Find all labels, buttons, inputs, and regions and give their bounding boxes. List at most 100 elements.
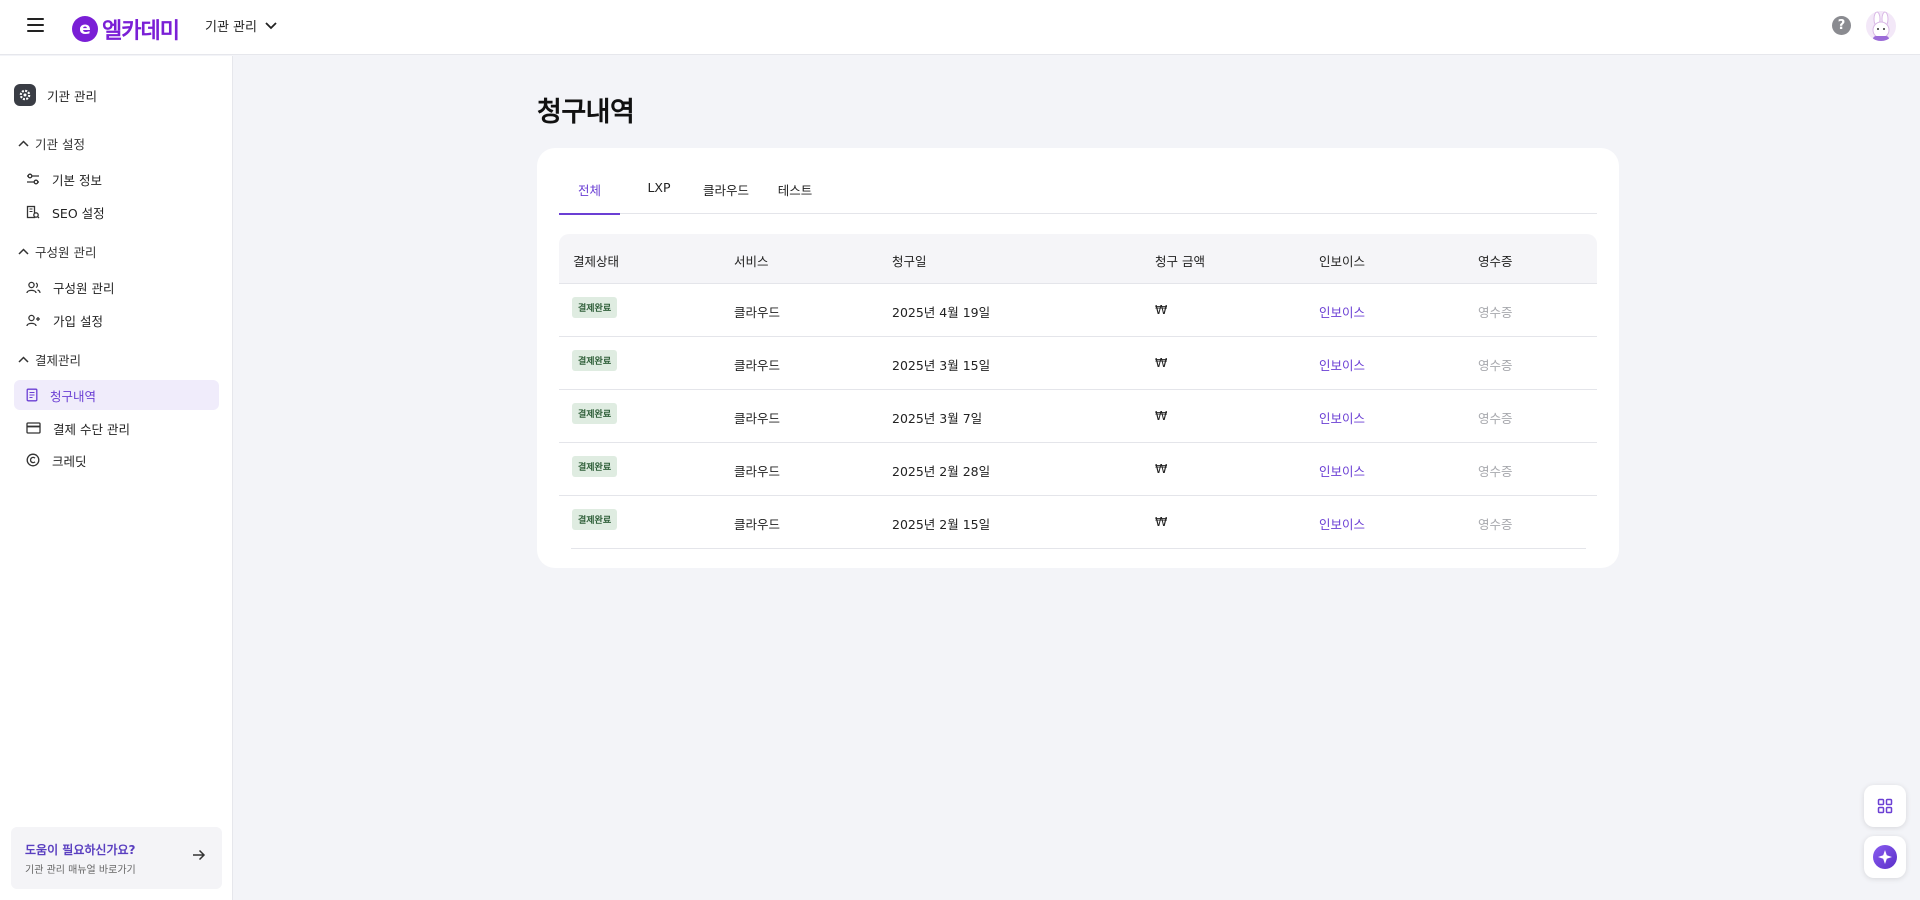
service-cell: 클라우드	[734, 358, 781, 373]
tab-bar: 전체 LXP 클라우드 테스트	[559, 148, 1597, 215]
sidebar-item-billing-history[interactable]: 청구내역	[14, 380, 219, 410]
sidebar-item-credits[interactable]: 크레딧	[14, 445, 219, 475]
menu-icon[interactable]	[27, 18, 44, 32]
receipt-link[interactable]: 영수증	[1478, 408, 1513, 427]
col-header-amount: 청구 금액	[1155, 254, 1205, 269]
status-badge: 결제완료	[572, 297, 618, 318]
seo-icon	[26, 205, 40, 219]
help-icon[interactable]: ?	[1832, 16, 1851, 35]
copyright-icon	[26, 453, 40, 467]
table-row: 결제완료 클라우드 2025년 3월 7일 ₩ 인보이스 영수증	[559, 390, 1597, 443]
invoice-link[interactable]: 인보이스	[1319, 514, 1365, 533]
tab-test[interactable]: 테스트	[776, 180, 814, 214]
sidebar-item-label: 가입 설정	[53, 313, 103, 329]
sidebar-item-label: 구성원 관리	[53, 280, 115, 296]
help-card-title: 도움이 필요하신가요?	[25, 843, 136, 857]
user-plus-icon	[26, 314, 40, 326]
billing-card: 전체 LXP 클라우드 테스트 결제상태 서비스 청구일 청구 금액 인보이스 …	[537, 148, 1619, 568]
sidebar-item-basic-info[interactable]: 기본 정보	[14, 164, 219, 194]
section-member-management[interactable]: 구성원 관리	[18, 242, 96, 261]
date-cell: 2025년 2월 15일	[892, 517, 991, 532]
sidebar-item-label: 기본 정보	[52, 172, 102, 188]
date-cell: 2025년 3월 15일	[892, 358, 991, 373]
col-header-service: 서비스	[734, 254, 769, 269]
amount-cell: ₩	[1155, 514, 1168, 529]
amount-cell: ₩	[1155, 302, 1168, 317]
section-org-settings[interactable]: 기관 설정	[18, 134, 85, 153]
document-icon	[26, 388, 38, 402]
chat-star-icon	[1873, 845, 1897, 869]
status-badge: 결제완료	[572, 403, 618, 424]
page-title: 청구내역	[537, 97, 635, 128]
grid-icon	[1877, 798, 1893, 814]
chevron-up-icon	[18, 356, 29, 363]
date-cell: 2025년 2월 28일	[892, 464, 991, 479]
service-cell: 클라우드	[734, 464, 781, 479]
arrow-right-icon	[193, 849, 206, 861]
date-cell: 2025년 3월 7일	[892, 411, 983, 426]
org-selector-label: 기관 관리	[205, 20, 257, 35]
org-selector[interactable]: 기관 관리	[205, 16, 277, 35]
logo-mark: e	[72, 16, 98, 42]
status-badge: 결제완료	[572, 456, 618, 477]
chat-assistant-button[interactable]	[1864, 836, 1906, 878]
col-header-date: 청구일	[892, 254, 927, 269]
section-label: 구성원 관리	[35, 245, 97, 260]
sidebar-item-label: SEO 설정	[52, 205, 105, 221]
sidebar: 기관 관리 기관 설정 기본 정보 SEO 설정 구성원 관리 구성원 관리 가…	[0, 56, 233, 900]
amount-cell: ₩	[1155, 408, 1168, 423]
amount-cell: ₩	[1155, 461, 1168, 476]
section-label: 기관 설정	[35, 137, 85, 152]
table-row: 결제완료 클라우드 2025년 2월 28일 ₩ 인보이스 영수증	[559, 443, 1597, 496]
sidebar-item-seo[interactable]: SEO 설정	[14, 197, 219, 227]
avatar[interactable]	[1866, 11, 1896, 41]
invoice-link[interactable]: 인보이스	[1319, 355, 1365, 374]
invoice-link[interactable]: 인보이스	[1319, 461, 1365, 480]
billing-table: 결제상태 서비스 청구일 청구 금액 인보이스 영수증 결제완료 클라우드 20…	[559, 234, 1597, 549]
service-cell: 클라우드	[734, 411, 781, 426]
table-row: 결제완료 클라우드 2025년 2월 15일 ₩ 인보이스 영수증	[571, 496, 1586, 549]
status-badge: 결제완료	[572, 350, 618, 371]
sidebar-item-label: 크레딧	[52, 453, 87, 469]
tab-lxp[interactable]: LXP	[643, 180, 675, 214]
logo-text: 엘카데미	[102, 19, 180, 44]
receipt-link[interactable]: 영수증	[1478, 302, 1513, 321]
sidebar-item-label: 청구내역	[50, 388, 97, 404]
chevron-down-icon	[265, 21, 277, 29]
help-card[interactable]: 도움이 필요하신가요? 기관 관리 매뉴얼 바로가기	[11, 827, 222, 889]
service-cell: 클라우드	[734, 305, 781, 320]
table-header: 결제상태 서비스 청구일 청구 금액 인보이스 영수증	[559, 234, 1597, 284]
card-icon	[26, 422, 41, 434]
tab-cloud[interactable]: 클라우드	[702, 180, 750, 214]
section-payment-management[interactable]: 결제관리	[18, 350, 81, 369]
service-cell: 클라우드	[734, 517, 781, 532]
sidebar-item-payment-methods[interactable]: 결제 수단 관리	[14, 413, 219, 443]
tab-all[interactable]: 전체	[559, 180, 620, 215]
receipt-link[interactable]: 영수증	[1478, 514, 1513, 533]
sidebar-org-label: 기관 관리	[47, 88, 97, 104]
date-cell: 2025년 4월 19일	[892, 305, 991, 320]
receipt-link[interactable]: 영수증	[1478, 461, 1513, 480]
sidebar-item-label: 결제 수단 관리	[53, 421, 130, 437]
invoice-link[interactable]: 인보이스	[1319, 408, 1365, 427]
amount-cell: ₩	[1155, 355, 1168, 370]
invoice-link[interactable]: 인보이스	[1319, 302, 1365, 321]
section-label: 결제관리	[35, 353, 82, 368]
table-row: 결제완료 클라우드 2025년 4월 19일 ₩ 인보이스 영수증	[559, 284, 1597, 337]
receipt-link[interactable]: 영수증	[1478, 355, 1513, 374]
col-header-status: 결제상태	[573, 254, 620, 269]
chevron-up-icon	[18, 140, 29, 147]
col-header-receipt: 영수증	[1478, 254, 1513, 269]
sidebar-org: 기관 관리	[14, 84, 97, 106]
help-card-subtitle: 기관 관리 매뉴얼 바로가기	[25, 865, 136, 876]
apps-grid-button[interactable]	[1864, 785, 1906, 827]
status-badge: 결제완료	[572, 509, 618, 530]
sliders-icon	[27, 173, 39, 185]
logo[interactable]: e 엘카데미	[72, 13, 180, 45]
users-icon	[26, 281, 41, 293]
sidebar-item-members[interactable]: 구성원 관리	[14, 272, 219, 302]
top-header: e 엘카데미 기관 관리 ?	[0, 0, 1920, 55]
chevron-up-icon	[18, 248, 29, 255]
sidebar-item-signup-settings[interactable]: 가입 설정	[14, 305, 219, 335]
col-header-invoice: 인보이스	[1319, 254, 1366, 269]
